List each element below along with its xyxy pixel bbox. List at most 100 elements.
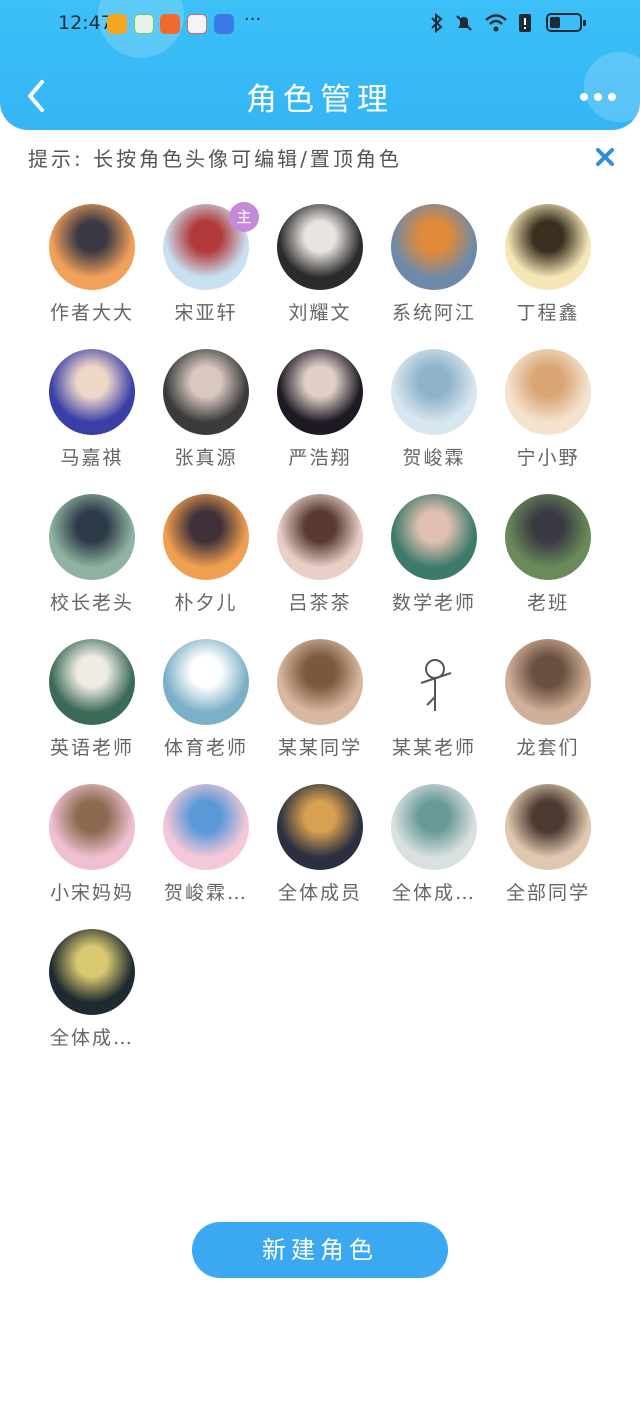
role-item[interactable]: 龙套们 xyxy=(491,639,605,769)
close-icon xyxy=(596,148,614,166)
role-item[interactable]: 主宋亚轩 xyxy=(149,202,263,334)
role-avatar[interactable] xyxy=(391,639,477,725)
role-avatar[interactable] xyxy=(277,784,363,870)
role-avatar[interactable] xyxy=(391,784,477,870)
role-avatar[interactable] xyxy=(49,204,135,290)
role-name: 数学老师 xyxy=(391,592,476,614)
role-name: 刘耀文 xyxy=(288,302,352,324)
role-avatar[interactable] xyxy=(277,349,363,435)
role-item[interactable]: 全体成… xyxy=(35,929,149,1059)
role-name: 严浩翔 xyxy=(288,447,352,469)
role-avatar[interactable] xyxy=(505,639,591,725)
role-name: 校长老头 xyxy=(49,592,134,614)
role-item[interactable]: 贺峻霖 xyxy=(377,349,491,479)
tip-close-button[interactable] xyxy=(592,144,618,170)
mute-bell-icon xyxy=(456,15,472,31)
role-item[interactable]: 张真源 xyxy=(149,349,263,479)
role-item[interactable]: 某某同学 xyxy=(263,639,377,769)
system-icons xyxy=(430,12,532,34)
role-item[interactable]: 宁小野 xyxy=(491,349,605,479)
role-item[interactable]: 英语老师 xyxy=(35,639,149,769)
role-avatar[interactable] xyxy=(391,494,477,580)
status-time: 12:47 xyxy=(58,12,113,34)
role-item[interactable]: 系统阿江 xyxy=(377,204,491,334)
role-name: 全体成… xyxy=(391,882,476,904)
role-item[interactable]: 老班 xyxy=(491,494,605,624)
role-name: 龙套们 xyxy=(516,737,580,759)
role-item[interactable]: 某某老师 xyxy=(377,639,491,769)
role-avatar[interactable] xyxy=(505,784,591,870)
role-name: 宋亚轩 xyxy=(174,302,238,324)
role-avatar[interactable] xyxy=(277,204,363,290)
role-item[interactable]: 全体成… xyxy=(377,784,491,914)
role-name: 全体成员 xyxy=(277,882,362,904)
role-avatar[interactable] xyxy=(49,639,135,725)
role-avatar[interactable] xyxy=(163,639,249,725)
dot-icon xyxy=(608,93,616,101)
role-item[interactable]: 作者大大 xyxy=(35,204,149,334)
dot-icon xyxy=(580,93,588,101)
role-name: 朴夕儿 xyxy=(174,592,238,614)
role-item[interactable]: 丁程鑫 xyxy=(491,204,605,334)
role-name: 系统阿江 xyxy=(391,302,476,324)
sim-alert-icon xyxy=(519,14,531,32)
role-item[interactable]: 小宋妈妈 xyxy=(35,784,149,914)
role-item[interactable]: 严浩翔 xyxy=(263,349,377,479)
role-avatar[interactable] xyxy=(49,784,135,870)
role-item[interactable]: 数学老师 xyxy=(377,494,491,624)
role-name: 英语老师 xyxy=(49,737,134,759)
role-name: 老班 xyxy=(526,592,569,614)
new-role-button[interactable]: 新建角色 xyxy=(192,1222,448,1278)
role-avatar[interactable] xyxy=(163,784,249,870)
role-avatar[interactable] xyxy=(163,349,249,435)
role-name: 全体成… xyxy=(49,1027,134,1049)
role-name: 宁小野 xyxy=(516,447,580,469)
role-avatar[interactable] xyxy=(277,494,363,580)
battery-icon xyxy=(546,13,586,32)
dot-icon xyxy=(594,93,602,101)
main-role-badge: 主 xyxy=(229,202,259,232)
role-avatar[interactable] xyxy=(49,349,135,435)
wechat-app-icon xyxy=(134,14,154,34)
role-name: 某某同学 xyxy=(277,737,362,759)
role-item[interactable]: 吕茶茶 xyxy=(263,494,377,624)
role-name: 丁程鑫 xyxy=(516,302,580,324)
role-avatar[interactable] xyxy=(505,349,591,435)
role-name: 张真源 xyxy=(174,447,238,469)
weibo-app-icon xyxy=(107,14,127,34)
role-item[interactable]: 全体成员 xyxy=(263,784,377,914)
role-item[interactable]: 朴夕儿 xyxy=(149,494,263,624)
role-item[interactable]: 全部同学 xyxy=(491,784,605,914)
more-options-button[interactable] xyxy=(580,92,616,102)
role-name: 全部同学 xyxy=(505,882,590,904)
stick-figure-icon xyxy=(420,659,452,711)
role-name: 作者大大 xyxy=(49,302,134,324)
role-name: 某某老师 xyxy=(391,737,476,759)
role-item[interactable]: 体育老师 xyxy=(149,639,263,769)
role-item[interactable]: 刘耀文 xyxy=(263,204,377,334)
role-name: 体育老师 xyxy=(163,737,248,759)
role-avatar[interactable] xyxy=(391,204,477,290)
status-more-icon: ··· xyxy=(244,9,262,30)
role-avatar[interactable] xyxy=(391,349,477,435)
role-avatar[interactable] xyxy=(505,494,591,580)
role-item[interactable]: 马嘉祺 xyxy=(35,349,149,479)
bluetooth-icon xyxy=(431,13,443,33)
role-avatar[interactable] xyxy=(505,204,591,290)
wifi-icon xyxy=(485,14,507,32)
role-avatar[interactable] xyxy=(49,929,135,1015)
role-name: 贺峻霖… xyxy=(163,882,248,904)
page-title: 角色管理 xyxy=(246,82,394,118)
role-name: 吕茶茶 xyxy=(288,592,352,614)
tip-text: 提示: 长按角色头像可编辑/置顶角色 xyxy=(28,147,402,171)
role-item[interactable]: 校长老头 xyxy=(35,494,149,624)
role-name: 贺峻霖 xyxy=(402,447,466,469)
role-avatar[interactable] xyxy=(277,639,363,725)
role-name: 小宋妈妈 xyxy=(49,882,134,904)
role-avatar[interactable] xyxy=(163,494,249,580)
role-avatar[interactable] xyxy=(49,494,135,580)
calendar-app-icon xyxy=(187,14,207,34)
cloud-app-icon xyxy=(214,14,234,34)
header-bar: 12:47 ··· 角色管理 xyxy=(0,0,640,130)
role-item[interactable]: 贺峻霖… xyxy=(149,784,263,914)
